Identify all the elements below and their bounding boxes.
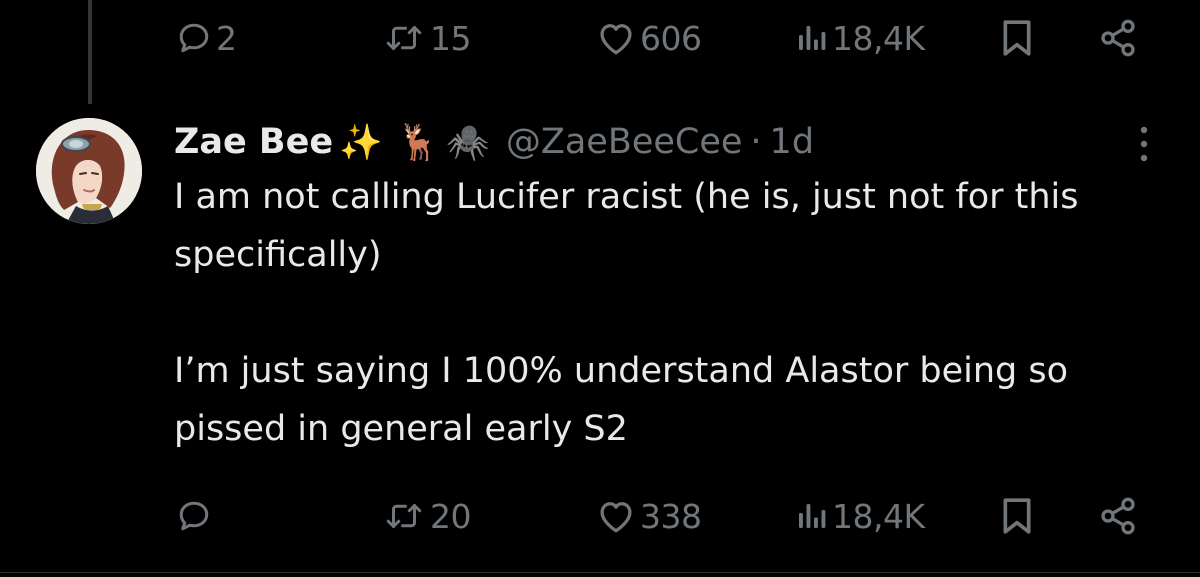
like-button[interactable]: 338 (596, 486, 702, 546)
parent-repost-button[interactable]: 15 (382, 8, 472, 68)
share-icon (1101, 497, 1135, 535)
display-name[interactable]: Zae Bee (174, 122, 333, 162)
user-handle[interactable]: @ZaeBeeCee (506, 122, 743, 162)
like-count: 338 (640, 496, 702, 536)
parent-reply-count: 2 (216, 18, 237, 58)
parent-like-count: 606 (640, 18, 702, 58)
bookmark-icon (1003, 20, 1031, 56)
repost-button[interactable]: 20 (382, 486, 472, 546)
more-vertical-icon (1140, 126, 1148, 162)
avatar-image (36, 118, 142, 224)
reply-icon (179, 23, 209, 53)
repost-icon (386, 26, 422, 50)
heart-icon (600, 24, 632, 55)
parent-like-button[interactable]: 606 (596, 8, 702, 68)
deer-emoji: 🦌 (396, 122, 441, 163)
parent-reply-button[interactable]: 2 (176, 8, 237, 68)
header-separator: · (750, 122, 762, 162)
parent-views-button[interactable]: 18,4K (794, 8, 925, 68)
repost-count: 20 (430, 496, 472, 536)
more-options-button[interactable] (1132, 122, 1156, 166)
parent-bookmark-button[interactable] (1000, 8, 1034, 68)
views-icon (799, 26, 826, 50)
share-icon (1101, 19, 1135, 57)
views-button[interactable]: 18,4K (794, 486, 925, 546)
bookmark-button[interactable] (1000, 486, 1034, 546)
share-button[interactable] (1098, 486, 1138, 546)
tweet-header: Zae Bee ✨ 🦌 🕷️ @ZaeBeeCee · 1d (174, 114, 814, 170)
parent-share-button[interactable] (1098, 8, 1138, 68)
tweet-text: I am not calling Lucifer racist (he is, … (174, 177, 1079, 449)
views-icon (799, 504, 826, 528)
tweet-divider (0, 572, 1200, 573)
bookmark-icon (1003, 498, 1031, 534)
parent-tweet-action-bar: 2 15 606 18,4K (0, 8, 1200, 68)
tweet-action-bar: 20 338 18,4K (0, 486, 1200, 546)
spider-emoji: 🕷️ (446, 122, 490, 163)
reply-button[interactable] (176, 486, 216, 546)
reply-icon (179, 501, 209, 531)
repost-icon (386, 504, 422, 528)
sparkles-emoji: ✨ (339, 122, 383, 163)
heart-icon (600, 502, 632, 533)
parent-repost-count: 15 (430, 18, 472, 58)
user-avatar[interactable] (36, 118, 142, 224)
parent-view-count: 18,4K (832, 18, 925, 58)
tweet-timestamp[interactable]: 1d (770, 122, 815, 162)
view-count: 18,4K (832, 496, 925, 536)
